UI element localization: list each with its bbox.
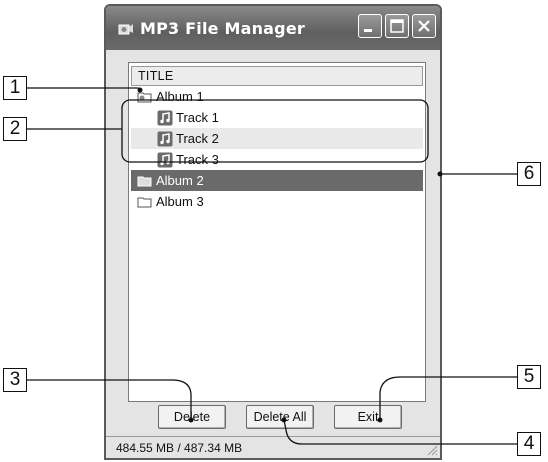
callout-3: 3 [3,368,27,392]
minimize-icon [364,29,372,32]
album-label: Album 3 [156,194,204,209]
album-row-2[interactable]: Album 2 [131,170,423,191]
open-folder-icon [137,92,152,102]
app-window: MP3 File Manager TITLE Album 1 Track 1 T… [104,4,442,460]
callout-5: 5 [517,365,541,389]
resize-grip-icon[interactable] [424,442,438,456]
album-label: Album 1 [156,89,204,104]
window-title: MP3 File Manager [140,18,305,38]
music-note-icon [157,110,173,125]
minimize-button[interactable] [358,14,382,38]
album-row-3[interactable]: Album 3 [131,191,423,212]
music-note-icon [157,152,173,167]
close-button[interactable] [412,14,436,38]
folder-icon [137,197,152,207]
status-bar: 484.55 MB / 487.34 MB [106,436,440,458]
callout-2: 2 [3,117,27,141]
callout-4: 4 [517,432,541,456]
callout-1: 1 [3,76,27,100]
maximize-icon [390,19,404,33]
title-column-header[interactable]: TITLE [131,66,423,86]
album-label: Album 2 [156,173,204,188]
maximize-button[interactable] [385,14,409,38]
track-label: Track 1 [176,110,219,125]
track-label: Track 2 [176,131,219,146]
album-tree: Album 1 Track 1 Track 2 Track 3 Album 2 … [131,86,423,212]
title-list-panel[interactable]: TITLE Album 1 Track 1 Track 2 Track 3 Al… [128,62,426,402]
title-bar[interactable]: MP3 File Manager [106,6,440,50]
delete-all-button[interactable]: Delete All [246,405,314,429]
folder-icon [137,176,152,186]
track-label: Track 3 [176,152,219,167]
track-row-1[interactable]: Track 1 [131,107,423,128]
callout-6: 6 [517,162,541,186]
album-row-1[interactable]: Album 1 [131,86,423,107]
track-row-2[interactable]: Track 2 [131,128,423,149]
track-row-3[interactable]: Track 3 [131,149,423,170]
delete-button[interactable]: Delete [158,405,226,429]
app-icon [118,24,133,35]
exit-button[interactable]: Exit [334,405,402,429]
close-icon [418,20,430,32]
storage-usage: 484.55 MB / 487.34 MB [116,441,243,455]
music-note-icon [157,131,173,146]
